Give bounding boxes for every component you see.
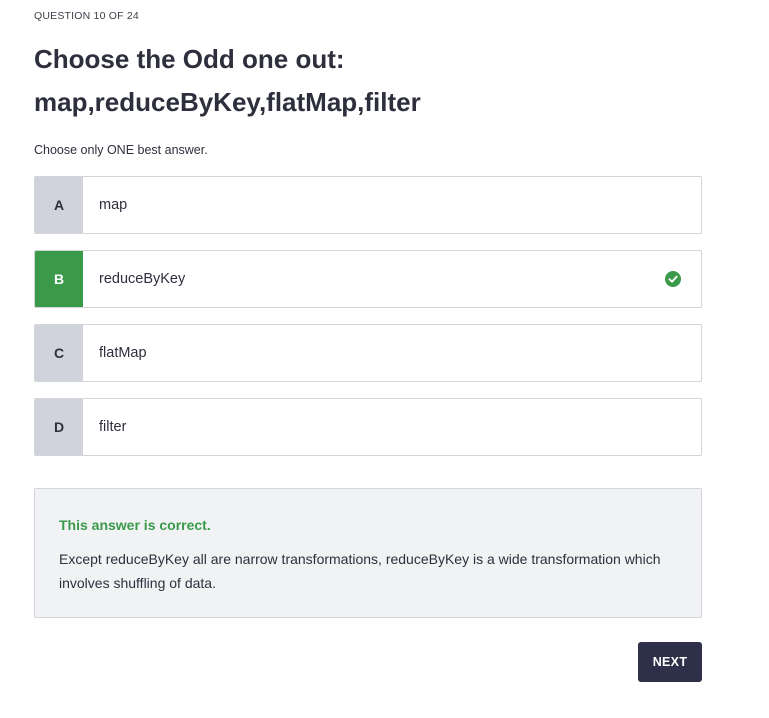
option-d[interactable]: D filter: [34, 398, 702, 456]
option-letter: C: [35, 325, 83, 381]
check-circle-icon: [665, 271, 681, 287]
question-title-line-2: map,reduceByKey,flatMap,filter: [34, 87, 421, 117]
next-button[interactable]: NEXT: [638, 642, 702, 682]
feedback-panel: This answer is correct. Except reduceByK…: [34, 488, 702, 618]
option-text: flatMap: [99, 345, 147, 361]
option-b[interactable]: B reduceByKey: [34, 250, 702, 308]
answer-options: A map B reduceByKey C flatMap D filter: [34, 176, 702, 472]
option-letter: A: [35, 177, 83, 233]
option-letter: B: [35, 251, 83, 307]
option-text: map: [99, 197, 128, 213]
question-title: Choose the Odd one out: map,reduceByKey,…: [34, 38, 702, 124]
option-text: reduceByKey: [99, 271, 186, 287]
feedback-title: This answer is correct.: [59, 517, 211, 533]
feedback-explanation: Except reduceByKey all are narrow transf…: [59, 551, 661, 591]
answer-instruction: Choose only ONE best answer.: [34, 143, 208, 157]
option-a[interactable]: A map: [34, 176, 702, 234]
option-c[interactable]: C flatMap: [34, 324, 702, 382]
option-text: filter: [99, 419, 127, 435]
question-title-line-1: Choose the Odd one out:: [34, 44, 345, 74]
question-counter: QUESTION 10 OF 24: [34, 10, 139, 22]
option-letter: D: [35, 399, 83, 455]
